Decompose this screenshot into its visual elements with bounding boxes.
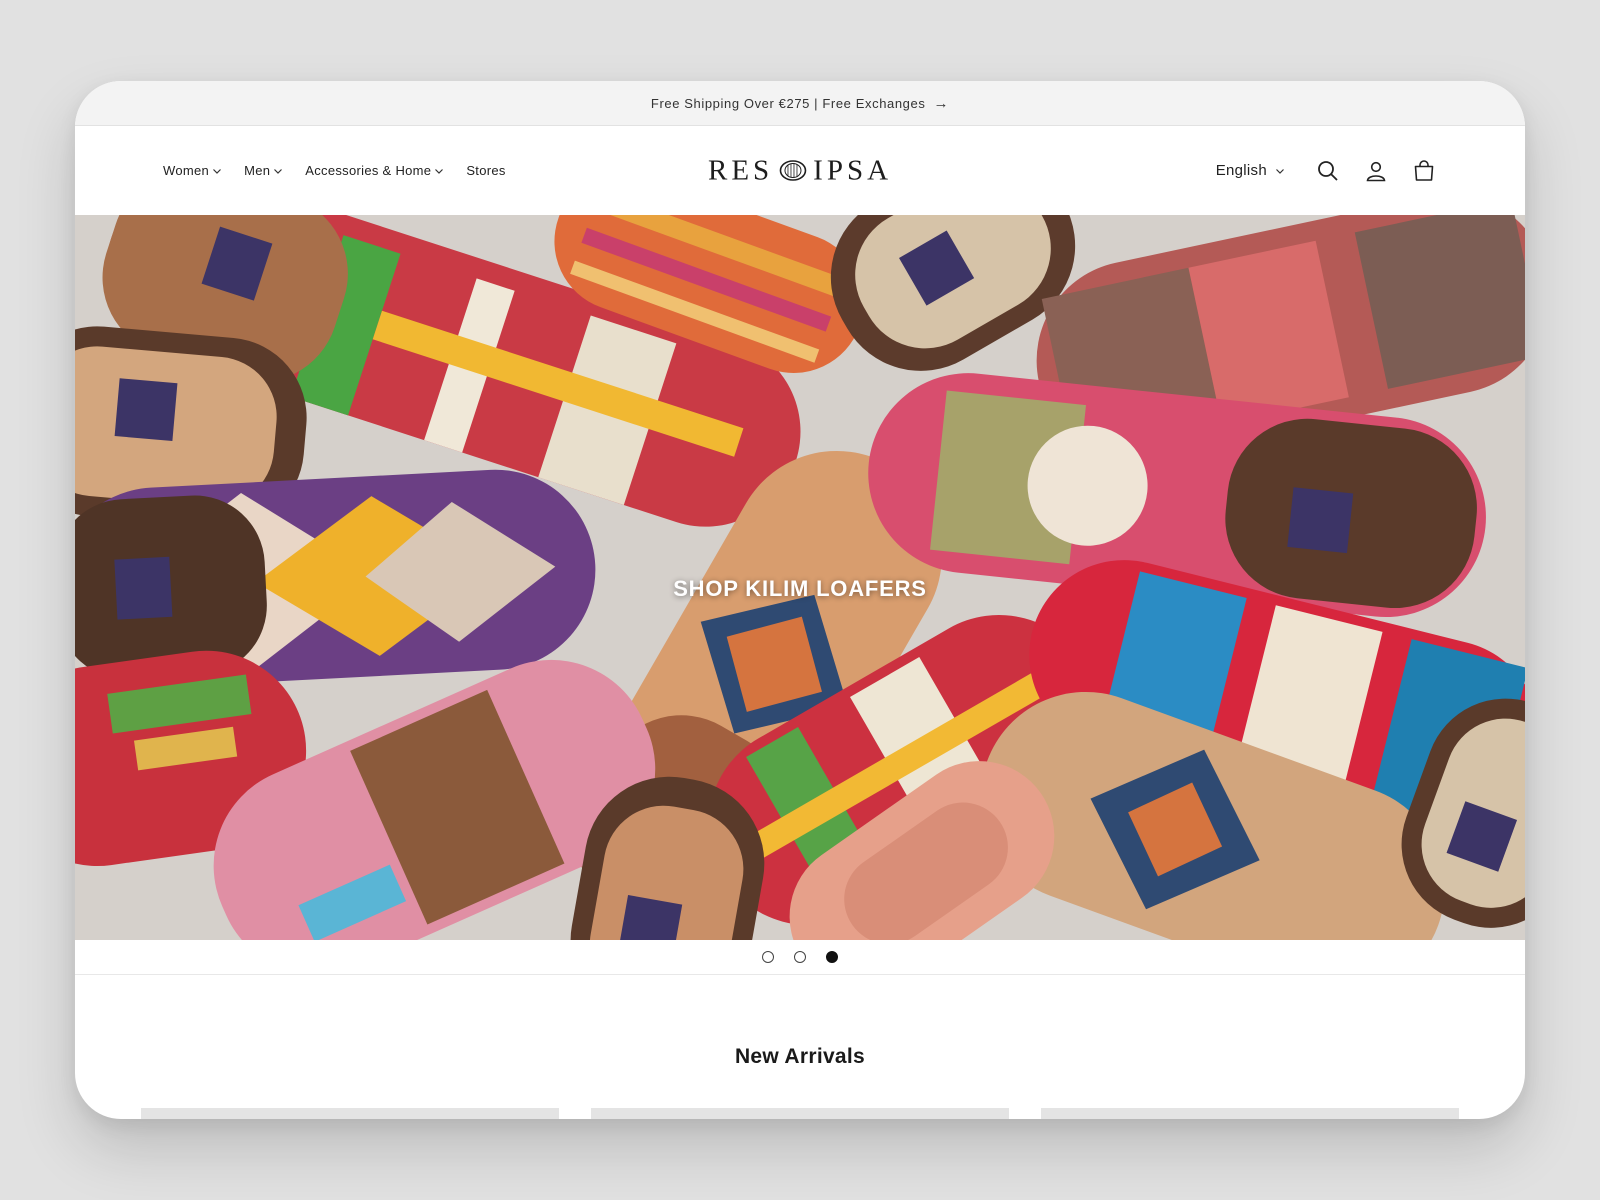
brand-logo-right: IPSA [813, 154, 893, 186]
nav-item-accessories-home[interactable]: Accessories & Home [305, 163, 444, 178]
nav-item-label: Men [244, 163, 271, 178]
product-card[interactable] [591, 1108, 1009, 1119]
nav-item-label: Stores [466, 163, 506, 178]
hero-slideshow[interactable]: SHOP KILIM LOAFERS [75, 215, 1525, 940]
brand-logo-left: RES [707, 154, 774, 186]
product-grid [141, 1108, 1459, 1119]
language-selector[interactable]: English [1216, 162, 1285, 179]
search-button[interactable] [1315, 158, 1341, 184]
chevron-down-icon [274, 168, 283, 174]
account-icon [1366, 161, 1386, 181]
nav-item-label: Accessories & Home [305, 163, 432, 178]
cart-button[interactable] [1411, 158, 1437, 184]
browser-viewport: Free Shipping Over €275 | Free Exchanges… [75, 81, 1525, 1119]
chevron-down-icon [1276, 168, 1284, 174]
section-title-new-arrivals: New Arrivals [734, 1045, 866, 1068]
slide-dot-3[interactable] [826, 951, 838, 963]
chevron-down-icon [213, 168, 221, 174]
cart-icon [1414, 159, 1434, 181]
hero-cta-link[interactable]: SHOP KILIM LOAFERS [673, 576, 927, 602]
arrow-right-icon[interactable]: → [933, 96, 949, 111]
chevron-down-icon [435, 168, 444, 174]
slide-dot-1[interactable] [762, 951, 774, 963]
nav-item-stores[interactable]: Stores [466, 163, 505, 178]
product-card[interactable] [141, 1108, 559, 1119]
language-label: English [1215, 162, 1267, 179]
account-button[interactable] [1363, 158, 1389, 184]
header-actions: English [1216, 158, 1437, 184]
logo-emblem-icon [779, 160, 807, 181]
product-card[interactable] [1041, 1108, 1459, 1119]
announcement-text[interactable]: Free Shipping Over €275 | Free Exchanges [651, 96, 926, 111]
nav-item-label: Women [163, 163, 210, 178]
slide-dot-2[interactable] [794, 951, 806, 963]
search-icon [1318, 160, 1338, 181]
main-nav: Women Men Accessories & Home Stores [163, 163, 506, 178]
nav-item-men[interactable]: Men [244, 163, 283, 178]
brand-logo[interactable]: RES IPSA [708, 154, 892, 187]
slideshow-pagination [75, 940, 1525, 975]
announcement-bar[interactable]: Free Shipping Over €275 | Free Exchanges… [75, 81, 1525, 126]
site-header: Women Men Accessories & Home Stores RES [75, 126, 1525, 215]
nav-item-women[interactable]: Women [163, 163, 222, 178]
